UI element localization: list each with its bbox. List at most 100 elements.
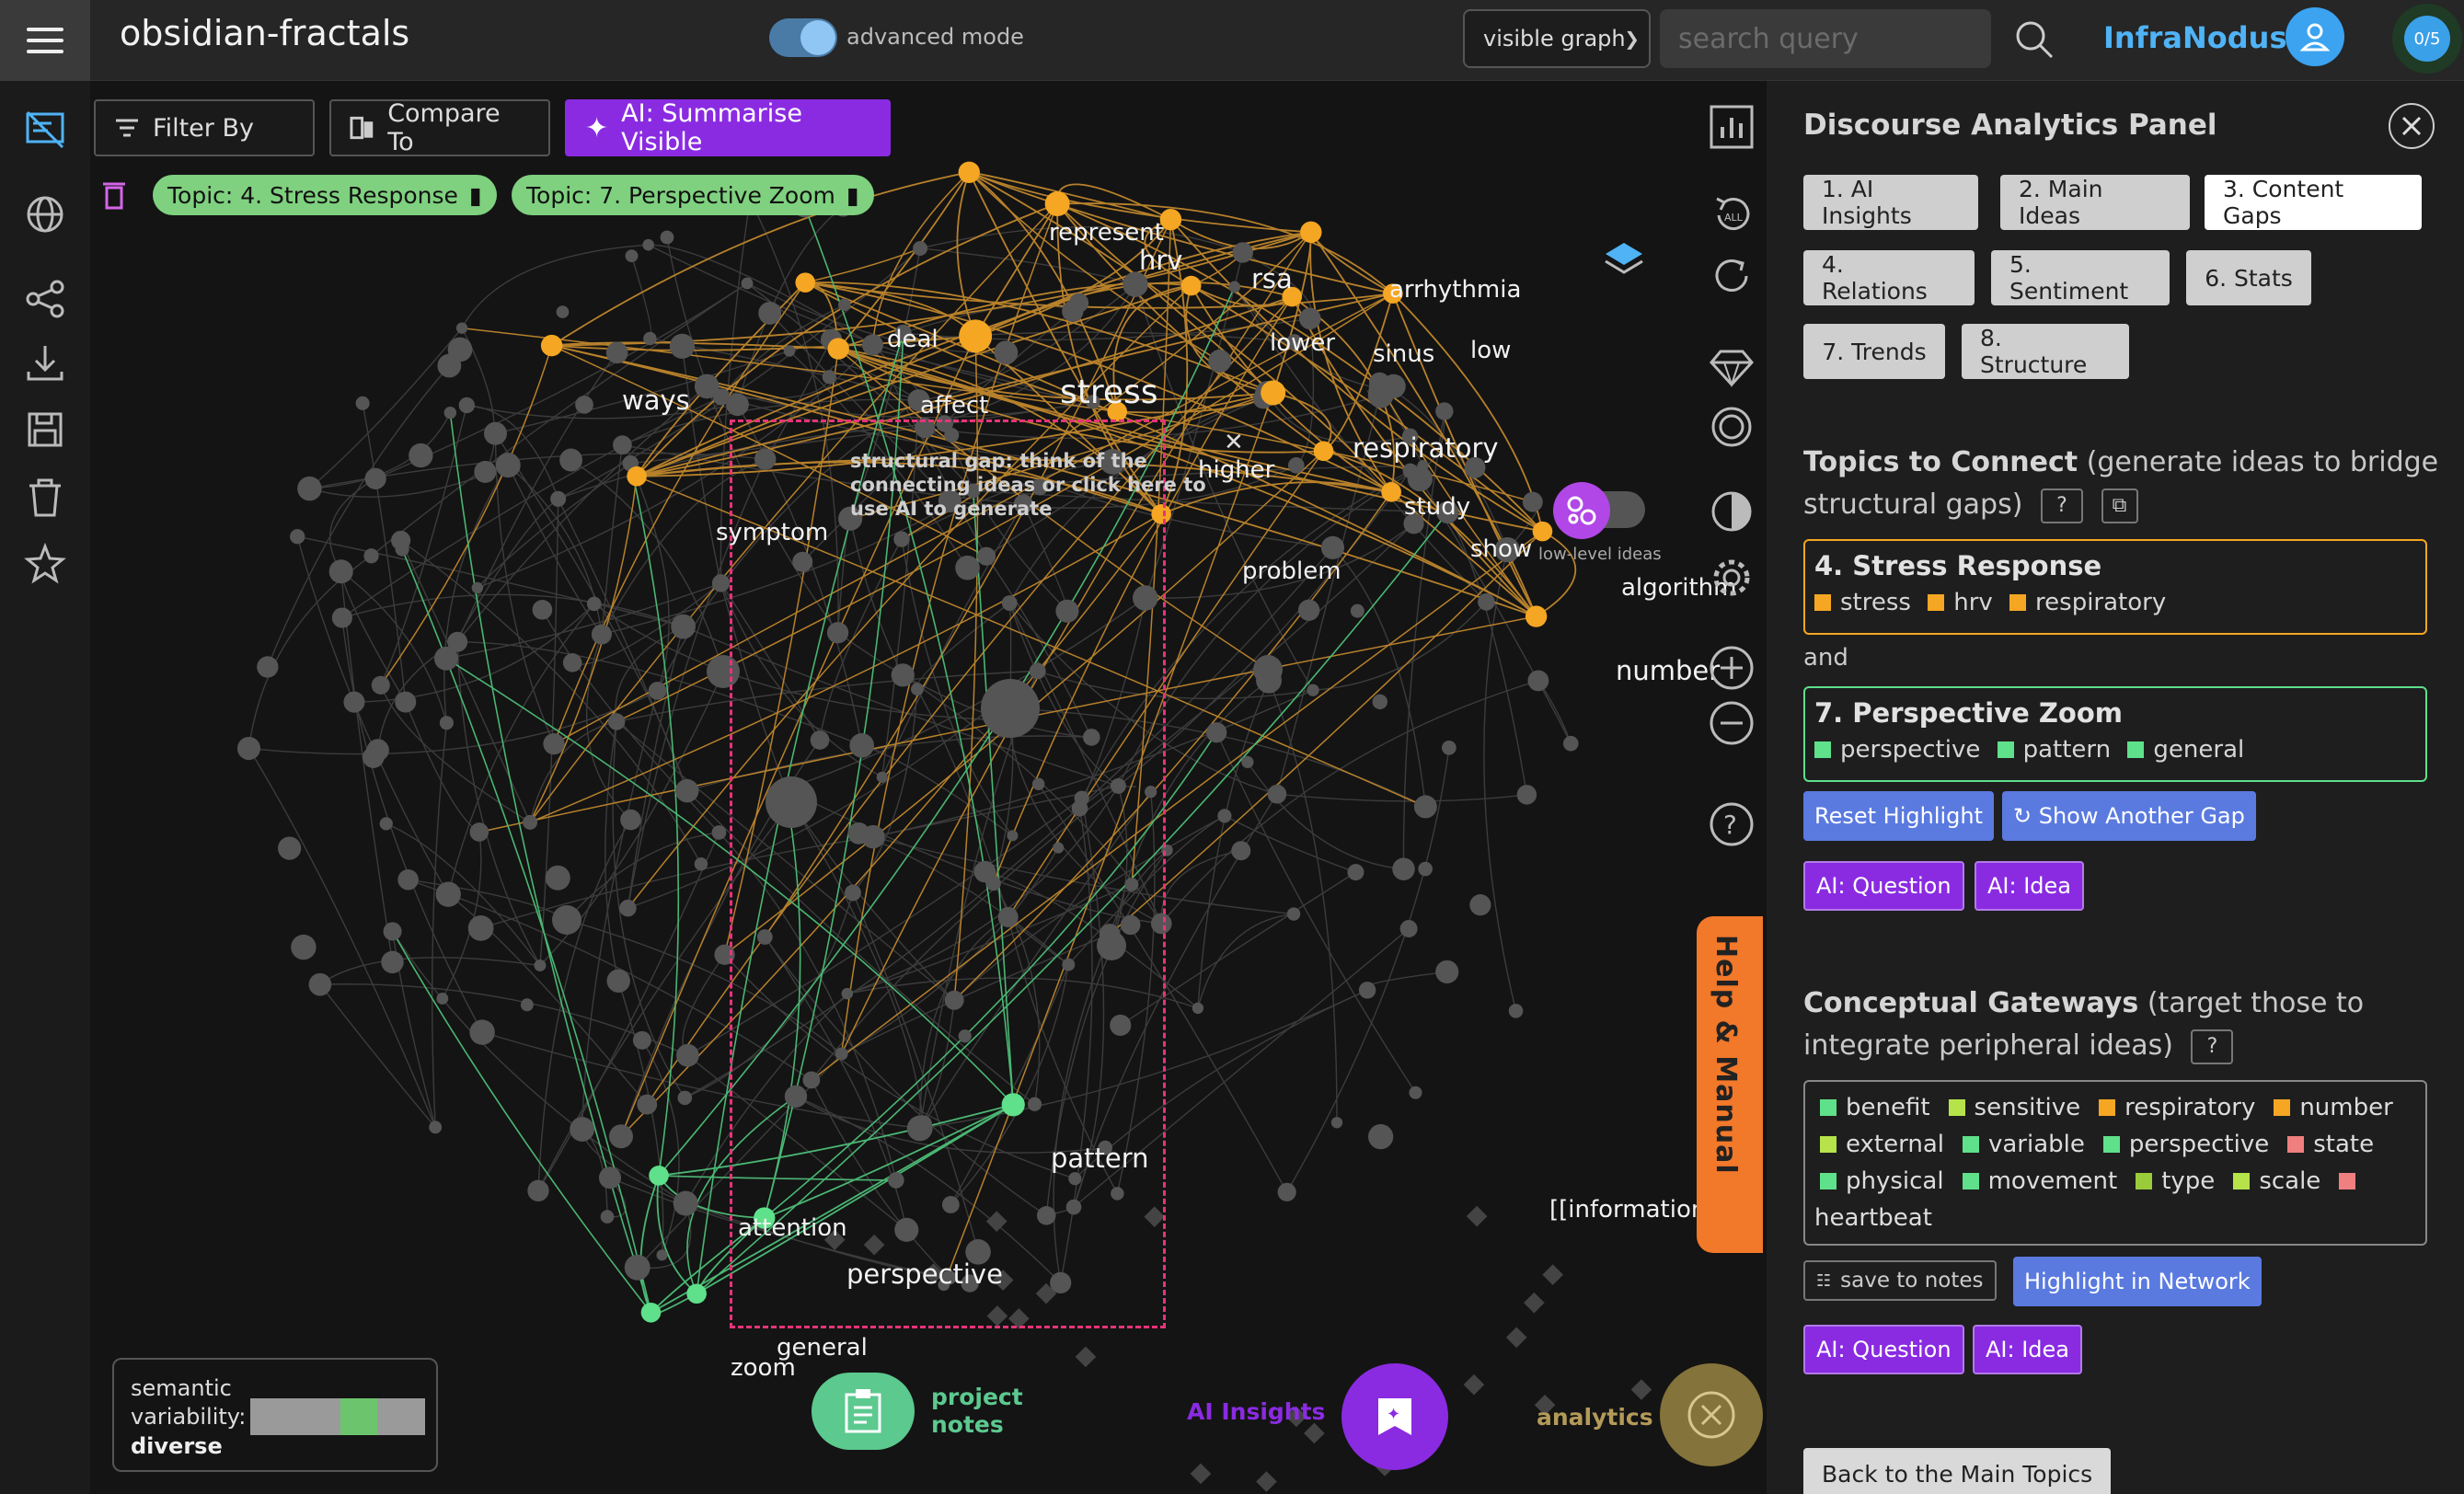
graph-node[interactable] xyxy=(676,1043,699,1067)
gateway-keyword[interactable]: external xyxy=(1846,1131,1944,1158)
gateway-keyword[interactable]: variable xyxy=(1988,1131,2085,1158)
graph-node[interactable] xyxy=(1267,784,1287,804)
graph-node[interactable] xyxy=(1435,960,1459,983)
graph-node[interactable] xyxy=(625,249,639,263)
graph-node[interactable] xyxy=(455,322,468,334)
node-attention[interactable] xyxy=(649,1166,669,1186)
graph-node[interactable] xyxy=(1524,1292,1545,1314)
graph-node[interactable] xyxy=(1469,894,1491,916)
node-study[interactable] xyxy=(1313,441,1334,462)
graph-node[interactable] xyxy=(608,1124,633,1149)
show-another-gap-button[interactable]: ↻ Show Another Gap xyxy=(2002,791,2256,841)
graph-node[interactable] xyxy=(1630,1379,1652,1400)
graph-node[interactable] xyxy=(409,442,433,468)
node-label[interactable]: perspective xyxy=(846,1258,1003,1290)
graph-node[interactable] xyxy=(1442,740,1457,755)
node-label[interactable]: low xyxy=(1470,337,1511,364)
reset-highlight-button[interactable]: Reset Highlight xyxy=(1803,791,1995,841)
graph-node[interactable] xyxy=(783,345,796,357)
keyword[interactable]: general xyxy=(2153,736,2244,764)
layers-icon[interactable] xyxy=(1601,236,1647,282)
graph-node[interactable] xyxy=(606,969,630,993)
graph-node[interactable] xyxy=(861,334,883,356)
graph-node[interactable] xyxy=(469,1019,495,1045)
graph-node[interactable] xyxy=(1542,1264,1564,1285)
trash-icon[interactable]: ▮ xyxy=(469,182,482,209)
graph-node[interactable] xyxy=(534,959,547,971)
graph-node[interactable] xyxy=(495,453,521,478)
graph-node[interactable] xyxy=(364,467,386,489)
star-icon[interactable] xyxy=(24,542,66,585)
gateway-keyword[interactable]: physical xyxy=(1846,1167,1944,1195)
graph-node[interactable] xyxy=(439,716,454,730)
brand-logo[interactable]: InfraNodus xyxy=(2103,20,2286,55)
ai-question-button[interactable]: AI: Question xyxy=(1803,861,1964,911)
graph-node[interactable] xyxy=(257,656,279,678)
graph-node[interactable] xyxy=(994,340,1019,365)
help-question-button[interactable]: ? xyxy=(2040,488,2083,523)
graph-node[interactable] xyxy=(642,238,654,251)
graph-node[interactable] xyxy=(694,856,708,871)
node-label[interactable]: study xyxy=(1404,493,1470,521)
graph-node[interactable] xyxy=(1368,372,1390,394)
graph-node[interactable] xyxy=(1217,809,1232,823)
graph-node[interactable] xyxy=(1287,457,1305,474)
toggle-text-icon[interactable] xyxy=(24,109,66,151)
graph-node[interactable] xyxy=(429,1120,443,1134)
graph-node[interactable] xyxy=(1562,735,1579,752)
contrast-icon[interactable] xyxy=(1708,488,1756,535)
graph-node[interactable] xyxy=(660,230,674,245)
graph-node[interactable] xyxy=(591,624,612,645)
graph-node[interactable] xyxy=(550,490,567,507)
graph-node[interactable] xyxy=(435,881,461,907)
copy-icon[interactable]: ⧉ xyxy=(2101,488,2138,523)
advanced-mode-toggle[interactable] xyxy=(769,18,837,57)
topic-b-box[interactable]: 7. Perspective Zoom perspective pattern … xyxy=(1803,686,2427,782)
counter-badge[interactable]: 0/5 xyxy=(2392,4,2462,74)
graph-node[interactable] xyxy=(1413,795,1437,819)
ai-summarise-button[interactable]: ✦ AI: Summarise Visible xyxy=(565,99,891,156)
graph-node[interactable] xyxy=(1418,861,1433,877)
graph-node[interactable] xyxy=(443,406,457,419)
node-hrv[interactable] xyxy=(1044,191,1070,217)
gateway-keyword[interactable]: movement xyxy=(1988,1167,2118,1195)
graph-node[interactable] xyxy=(562,653,582,672)
node-affect[interactable] xyxy=(827,338,849,360)
graph-node[interactable] xyxy=(437,353,462,378)
keyword[interactable]: perspective xyxy=(1840,736,1980,764)
user-icon[interactable] xyxy=(2286,7,2344,66)
keyword[interactable]: hrv xyxy=(1953,589,1993,616)
node-label[interactable]: attention xyxy=(738,1214,847,1242)
graph-node[interactable] xyxy=(586,596,602,612)
graph-node[interactable] xyxy=(469,822,489,842)
graph-node[interactable] xyxy=(1330,1117,1343,1129)
project-notes-button[interactable] xyxy=(812,1373,915,1450)
gateway-keyword[interactable]: type xyxy=(2161,1167,2215,1195)
node-deal[interactable] xyxy=(795,272,816,293)
help-manual-tab[interactable]: Help & Manual xyxy=(1697,916,1763,1253)
graph-node[interactable] xyxy=(656,1249,668,1261)
graph-node[interactable] xyxy=(677,1090,693,1106)
node-zoom[interactable] xyxy=(640,1302,662,1323)
graph-node[interactable] xyxy=(343,691,365,713)
download-icon[interactable] xyxy=(24,342,66,385)
graph-node[interactable] xyxy=(1297,599,1320,621)
graph-node[interactable] xyxy=(381,950,404,974)
keyword[interactable]: pattern xyxy=(2023,736,2112,764)
graph-node[interactable] xyxy=(632,1030,651,1050)
history-all-icon[interactable]: ALL xyxy=(1708,191,1756,239)
graph-node[interactable] xyxy=(1231,841,1251,861)
node-arrhythmia[interactable] xyxy=(1300,221,1322,244)
graph-node[interactable] xyxy=(467,915,494,941)
graph-node[interactable] xyxy=(1192,1002,1204,1015)
graph-node[interactable] xyxy=(620,809,641,831)
graph-node[interactable] xyxy=(290,529,305,545)
search-icon[interactable] xyxy=(2011,17,2057,63)
graph-node[interactable] xyxy=(363,746,385,768)
graph-node[interactable] xyxy=(328,559,353,584)
graph-node[interactable] xyxy=(236,736,261,761)
graph-node[interactable] xyxy=(355,396,370,410)
graph-node[interactable] xyxy=(297,476,322,501)
graph-node[interactable] xyxy=(436,993,449,1005)
graph-node[interactable] xyxy=(395,542,409,557)
